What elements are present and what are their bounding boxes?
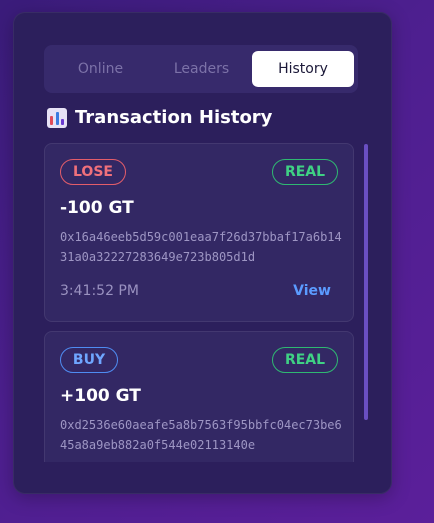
transaction-amount: -100 GT (60, 198, 134, 218)
scrollbar-thumb[interactable] (364, 144, 368, 420)
history-panel: Online Leaders History Transaction Histo… (13, 12, 392, 494)
tab-online[interactable]: Online (50, 51, 151, 87)
transaction-card: BUY REAL +100 GT 0xd2536e60aeafe5a8b7563… (44, 331, 354, 462)
view-link[interactable]: View (293, 283, 331, 299)
transaction-card: LOSE REAL -100 GT 0x16a46eeb5d59c001eaa7… (44, 143, 354, 322)
tab-bar: Online Leaders History (44, 45, 358, 93)
mode-badge: REAL (272, 347, 338, 373)
transaction-list[interactable]: LOSE REAL -100 GT 0x16a46eeb5d59c001eaa7… (44, 143, 368, 462)
transaction-amount: +100 GT (60, 386, 141, 406)
type-badge: LOSE (60, 159, 126, 185)
section-header: Transaction History (47, 107, 272, 128)
type-badge: BUY (60, 347, 118, 373)
tab-leaders[interactable]: Leaders (151, 51, 252, 87)
tab-history[interactable]: History (252, 51, 354, 87)
transaction-hash: 0x16a46eeb5d59c001eaa7f26d37bbaf17a6b143… (60, 230, 342, 264)
transaction-hash: 0xd2536e60aeafe5a8b7563f95bbfc04ec73be64… (60, 418, 342, 452)
section-title: Transaction History (75, 107, 273, 128)
bar-chart-icon (47, 107, 67, 128)
transaction-time: 3:41:52 PM (60, 283, 139, 299)
mode-badge: REAL (272, 159, 338, 185)
